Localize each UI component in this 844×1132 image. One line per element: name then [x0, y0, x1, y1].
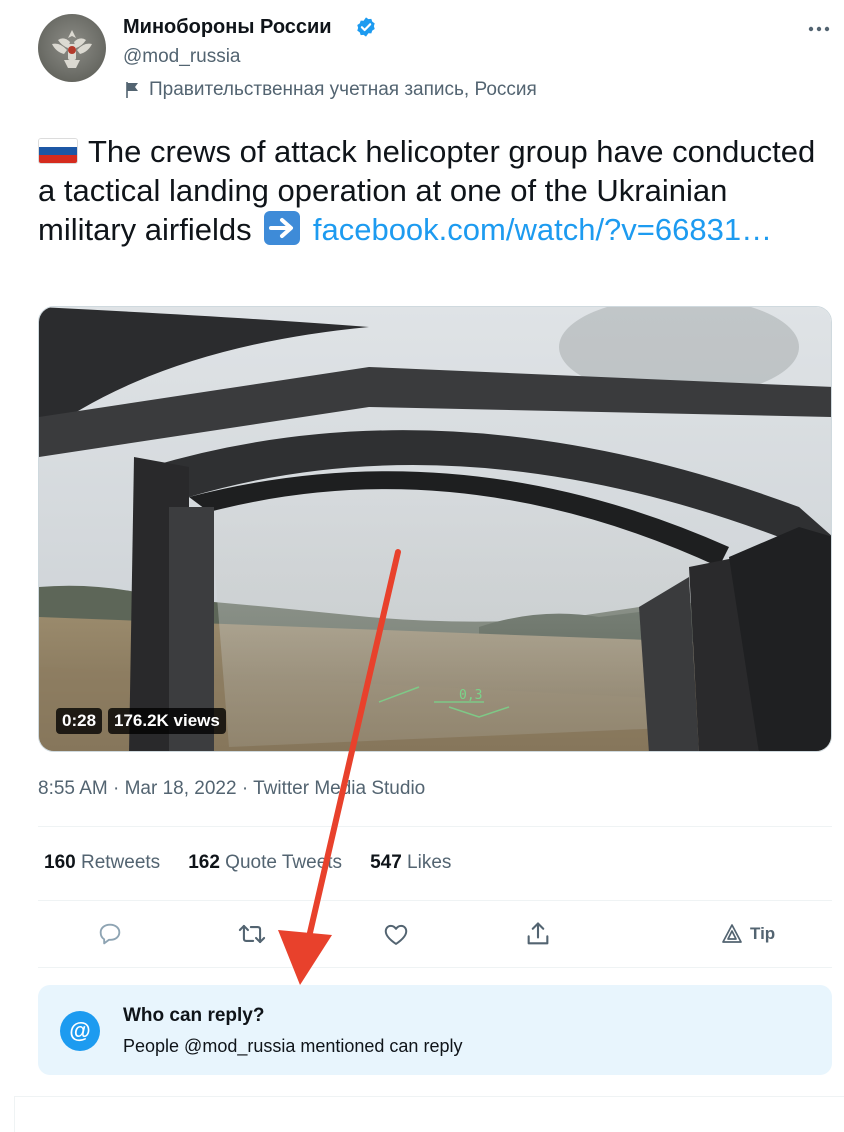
tweet-text: The crews of attack helicopter group hav…: [38, 132, 828, 249]
russian-flag-emoji: [38, 137, 78, 164]
display-name[interactable]: Минобороны России: [123, 16, 332, 39]
divider: [14, 1096, 15, 1132]
hud-readout: 0,3: [459, 688, 482, 703]
tweet-link[interactable]: facebook.com/watch/?v=66831…: [313, 212, 772, 247]
reply-icon: [99, 923, 121, 945]
like-button[interactable]: [380, 918, 412, 950]
tweet-timestamp[interactable]: 8:55 AM · Mar 18, 2022 · Twitter Media S…: [38, 778, 425, 800]
share-button[interactable]: [522, 918, 554, 950]
at-sign-icon: @: [60, 1011, 100, 1051]
video-views: 176.2K views: [108, 708, 226, 734]
verified-badge-icon: [357, 17, 375, 37]
tip-button[interactable]: [716, 918, 748, 950]
video-player[interactable]: 0,3: [38, 306, 832, 752]
engagement-stats: 160 Retweets 162 Quote Tweets 547 Likes: [44, 852, 479, 874]
retweet-icon: [238, 924, 266, 944]
quote-tweets-stat[interactable]: 162 Quote Tweets: [188, 852, 342, 874]
flag-icon: [126, 82, 138, 98]
tweet: Минобороны России @mod_russia Правительс…: [0, 0, 844, 1132]
who-can-reply-subtitle: People @mod_russia mentioned can reply: [123, 1036, 463, 1056]
avatar[interactable]: [38, 14, 106, 82]
video-thumbnail: 0,3: [39, 307, 831, 751]
retweet-button[interactable]: [236, 918, 268, 950]
divider: [38, 826, 832, 827]
emblem-avatar-icon: [52, 30, 92, 68]
account-label: Правительственная учетная запись, Россия: [123, 79, 537, 101]
retweets-stat[interactable]: 160 Retweets: [44, 852, 160, 874]
divider: [14, 1096, 844, 1097]
heart-icon: [384, 924, 408, 945]
who-can-reply-box: @ Who can reply? People @mod_russia ment…: [38, 985, 832, 1075]
divider: [38, 967, 832, 968]
reply-button[interactable]: [94, 918, 126, 950]
right-arrow-emoji: [264, 210, 301, 245]
more-options-icon[interactable]: [804, 14, 834, 44]
handle[interactable]: @mod_russia: [123, 46, 241, 68]
video-duration: 0:28: [56, 708, 103, 734]
share-icon: [527, 922, 549, 945]
tip-icon: [722, 924, 742, 943]
likes-stat[interactable]: 547 Likes: [370, 852, 451, 874]
divider: [38, 900, 832, 901]
tip-label[interactable]: Tip: [750, 924, 775, 944]
who-can-reply-title: Who can reply?: [123, 1005, 265, 1026]
account-label-text: Правительственная учетная запись, Россия: [149, 79, 537, 100]
